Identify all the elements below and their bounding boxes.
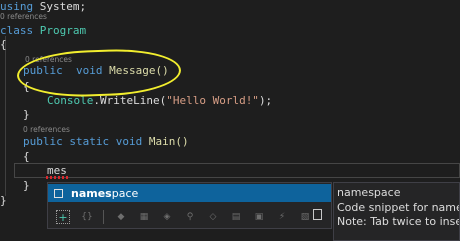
references-codelens[interactable]: 0 references — [23, 125, 70, 134]
struct-filter-icon[interactable]: ▦ — [137, 210, 151, 224]
references-codelens[interactable]: 0 references — [0, 12, 47, 21]
filter-divider — [103, 210, 104, 224]
method-call: .WriteLine( — [93, 94, 167, 107]
string-literal: "Hello World!" — [166, 94, 259, 107]
completion-rest-text: pace — [111, 186, 139, 200]
code-line-brace: } — [0, 194, 7, 207]
code-line-brace: } — [23, 179, 30, 192]
namespace-filter-icon[interactable]: {} — [80, 210, 94, 224]
add-filter-icon[interactable]: + — [56, 210, 70, 224]
interface-filter-icon[interactable]: ▣ — [252, 210, 266, 224]
code-line-brace: } — [23, 108, 30, 121]
snippet-icon — [313, 209, 322, 220]
namespace-name: System; — [39, 0, 87, 13]
punctuation: ); — [258, 94, 273, 107]
snippet-icon — [54, 188, 63, 198]
code-line-brace: { — [23, 150, 30, 163]
field-filter-icon[interactable]: ◇ — [206, 210, 220, 224]
keyword: class — [0, 24, 34, 37]
keyword: using — [0, 0, 34, 13]
method-filter-icon[interactable]: ◈ — [160, 210, 174, 224]
outline-guide — [5, 36, 6, 196]
tooltip-note: Note: Tab twice to insert the 'namespace… — [337, 215, 459, 228]
keyword: public — [23, 135, 63, 148]
current-line-highlight — [14, 163, 460, 178]
code-line-open-brace: { — [0, 38, 7, 51]
code-line-main-signature: public static void Main() — [23, 135, 189, 148]
code-line-using: using System; — [0, 0, 86, 13]
keyword: void — [115, 135, 143, 148]
completion-match-text: names — [71, 186, 112, 200]
delegate-filter-icon[interactable]: ▧ — [298, 210, 312, 224]
event-filter-icon[interactable]: ⚡ — [275, 210, 289, 224]
quick-info-tooltip: namespace Code snippet for namespace Not… — [333, 182, 460, 241]
tooltip-description: Code snippet for namespace — [337, 200, 460, 214]
class-filter-icon[interactable]: ◆ — [114, 210, 128, 224]
method-name: Main() — [148, 135, 189, 148]
error-squiggle — [46, 176, 68, 179]
intellisense-completion-list[interactable]: namespace + {} ◆ ▦ ◈ ⚲ ◇ ▤ ▣ ⚡ ▧ — [47, 182, 332, 229]
tooltip-title: namespace — [337, 186, 401, 199]
completion-item-label: namespace — [71, 187, 138, 200]
enum-filter-icon[interactable]: ▤ — [229, 210, 243, 224]
code-line-class: class Program — [0, 24, 86, 37]
completion-filter-bar: + {} ◆ ▦ ◈ ⚲ ◇ ▤ ▣ ⚡ ▧ — [48, 207, 331, 227]
completion-item-namespace[interactable]: namespace — [48, 184, 331, 202]
class-name: Program — [39, 24, 87, 37]
keyword: static — [69, 135, 110, 148]
property-filter-icon[interactable]: ⚲ — [183, 210, 197, 224]
